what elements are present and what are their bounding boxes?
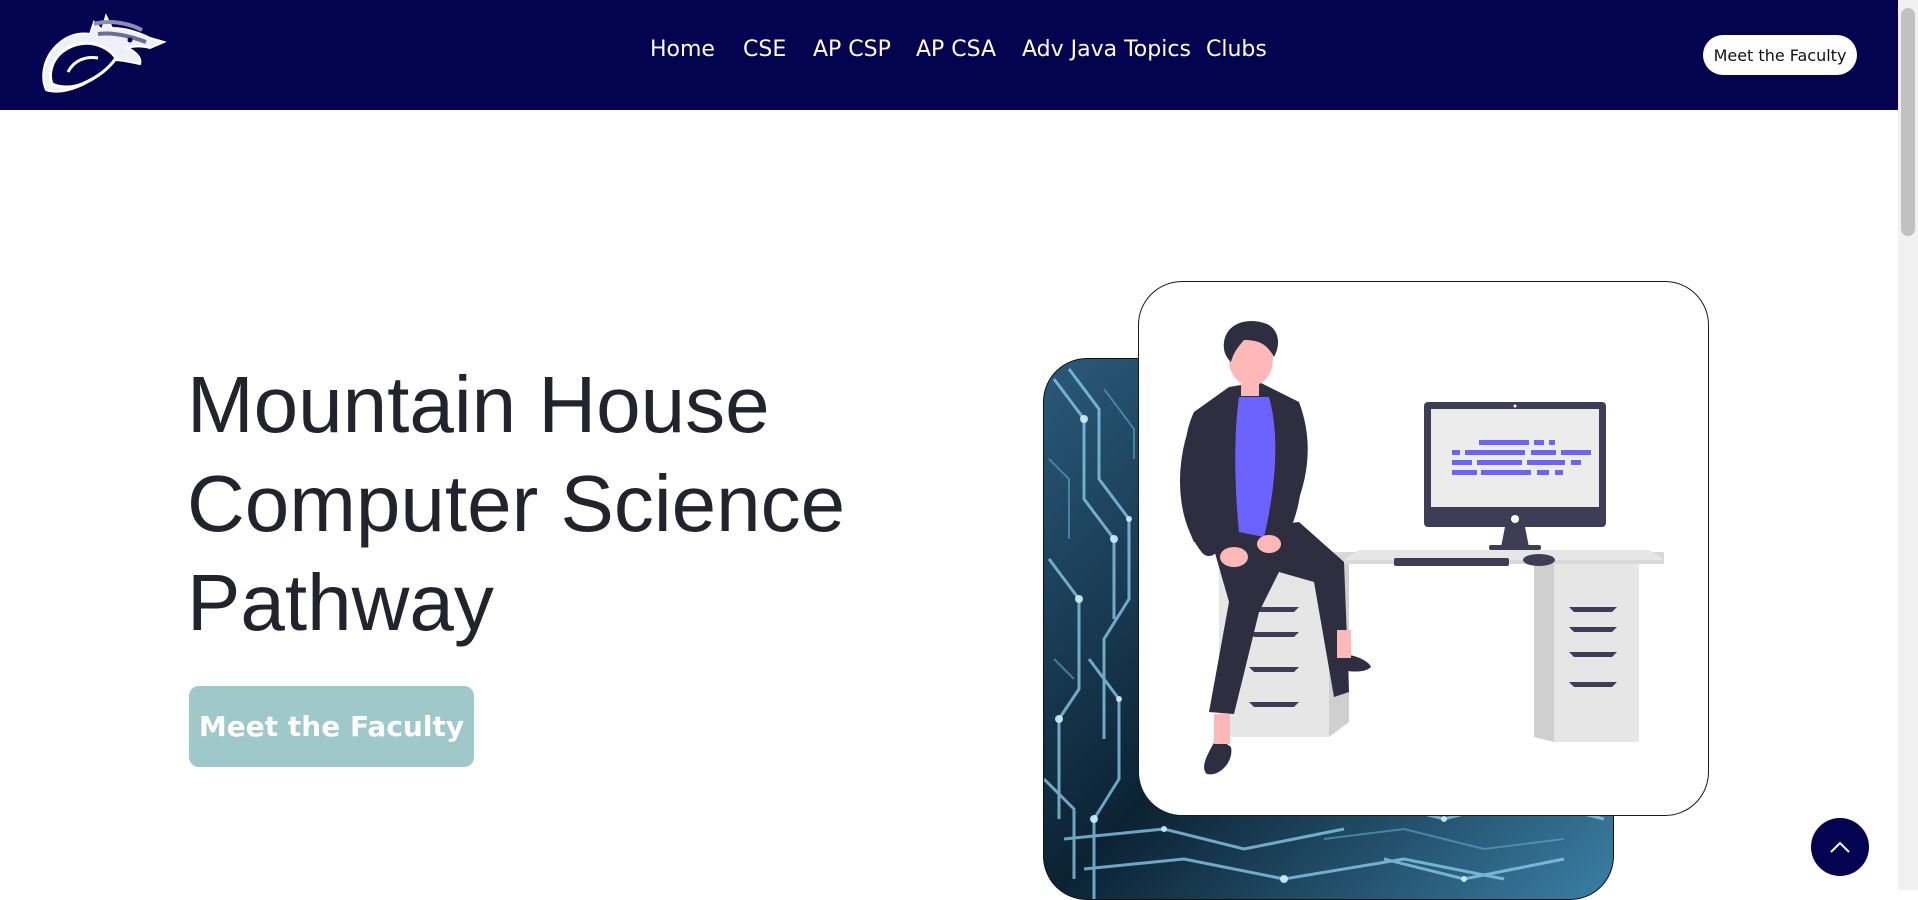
person-at-desk-illustration — [1138, 281, 1709, 816]
nav-link-ap-csa[interactable]: AP CSA — [916, 37, 996, 62]
chevron-up-icon — [1830, 841, 1850, 853]
nav-link-home[interactable]: Home — [650, 37, 715, 62]
meet-faculty-nav-button[interactable]: Meet the Faculty — [1703, 35, 1857, 75]
nav-link-clubs[interactable]: Clubs — [1206, 37, 1267, 62]
meet-faculty-hero-button[interactable]: Meet the Faculty — [189, 686, 474, 767]
hero-title-line: Pathway — [187, 558, 494, 647]
top-navbar: Home CSE AP CSP AP CSA Adv Java Topics C… — [0, 0, 1898, 110]
nav-link-ap-csp[interactable]: AP CSP — [813, 37, 891, 62]
scroll-to-top-button[interactable] — [1811, 818, 1869, 876]
horse-mascot-logo-icon — [42, 13, 167, 93]
hero-title: Mountain House Computer Science Pathway — [187, 355, 845, 652]
nav-link-adv-java-topics[interactable]: Adv Java Topics — [1022, 37, 1191, 62]
nav-link-cse[interactable]: CSE — [743, 37, 786, 62]
hero-title-line: Mountain House — [187, 360, 770, 449]
site-logo[interactable] — [38, 12, 167, 100]
scrollbar-thumb[interactable] — [1901, 8, 1915, 236]
hero-title-line: Computer Science — [187, 459, 846, 548]
